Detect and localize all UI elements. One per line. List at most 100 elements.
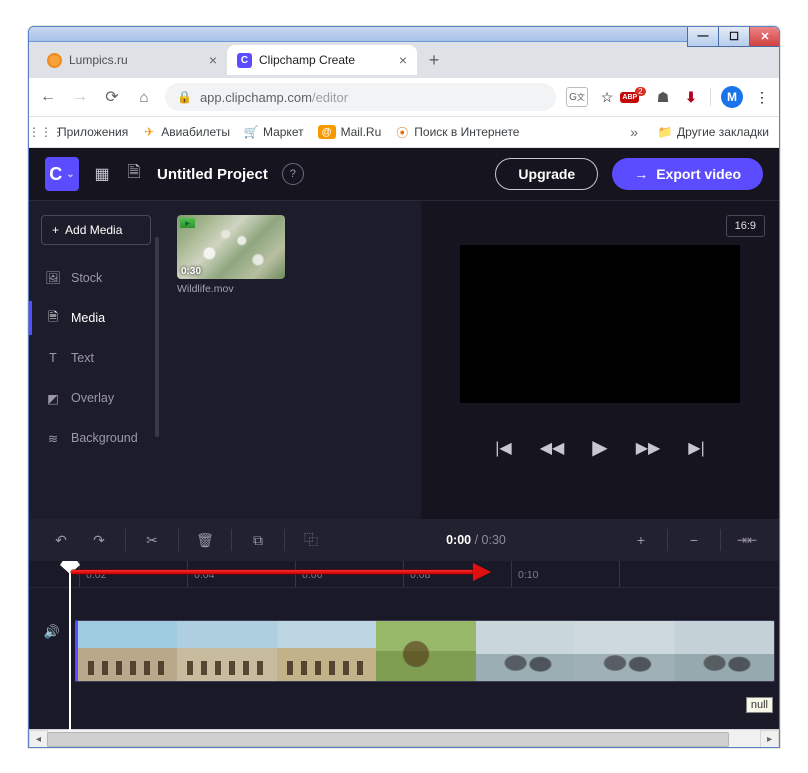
clip-frame <box>476 621 575 681</box>
window-maximize-button[interactable]: ☐ <box>718 26 750 47</box>
templates-icon[interactable]: ▦ <box>93 165 111 183</box>
sidebar-item-media[interactable]: 🗎 Media <box>29 301 163 335</box>
scrollbar-thumb[interactable] <box>47 732 729 747</box>
scroll-right-icon[interactable]: ▸ <box>760 730 779 748</box>
pdf-icon[interactable]: ⬇ <box>682 88 700 106</box>
separator <box>231 529 232 551</box>
translate-icon[interactable]: G文 <box>566 87 588 107</box>
arrow-right-icon: → <box>634 166 648 182</box>
close-tab-icon[interactable]: × <box>209 52 217 68</box>
separator <box>667 529 668 551</box>
sidebar: + Add Media 🖼 Stock 🗎 Media T Text ◩ <box>29 201 163 519</box>
add-media-button[interactable]: + Add Media <box>41 215 151 245</box>
bookmarks-overflow[interactable]: » <box>630 124 638 140</box>
star-icon[interactable]: ☆ <box>598 88 616 106</box>
tab-lumpics[interactable]: Lumpics.ru × <box>37 45 227 75</box>
timeline-clip[interactable] <box>75 620 775 682</box>
zoom-in-button[interactable]: + <box>625 526 657 554</box>
tab-title: Clipchamp Create <box>259 53 355 67</box>
bookmark-other[interactable]: 📁Другие закладки <box>658 125 769 139</box>
tab-title: Lumpics.ru <box>69 53 128 67</box>
bookmark-search[interactable]: ⦿Поиск в Интернете <box>395 125 519 139</box>
puzzle-icon[interactable]: ☗ <box>654 88 672 106</box>
help-icon[interactable]: ? <box>282 163 304 185</box>
playback-controls: |◀ ◀◀ ▶ ▶▶ ▶| <box>435 435 765 460</box>
bookmark-apps[interactable]: ⋮⋮⋮Приложения <box>39 125 128 139</box>
play-button[interactable]: ▶ <box>592 435 607 460</box>
text-icon: T <box>45 350 61 366</box>
sidebar-item-stock[interactable]: 🖼 Stock <box>29 261 163 295</box>
address-bar: ← → ⟳ ⌂ 🔒 app.clipchamp.com/editor G文 ☆ … <box>29 78 779 117</box>
app-main: + Add Media 🖼 Stock 🗎 Media T Text ◩ <box>29 201 779 519</box>
nav-forward-button[interactable]: → <box>69 86 91 108</box>
abp-badge: 2 <box>635 87 645 96</box>
horizontal-scrollbar[interactable]: ◂ ▸ <box>29 729 779 747</box>
chevron-down-icon: ⌄ <box>66 169 74 180</box>
rewind-button[interactable]: ◀◀ <box>540 438 565 458</box>
delete-button[interactable]: 🗑 <box>189 526 221 554</box>
media-clip-thumb[interactable]: ▶ 0:30 Wildlife.mov <box>177 215 285 295</box>
copy-button[interactable]: ⧉ <box>242 526 274 554</box>
window-close-button[interactable]: ✕ <box>749 26 780 47</box>
upgrade-button[interactable]: Upgrade <box>495 158 598 190</box>
media-icon: 🗎 <box>45 310 61 326</box>
browser-window: — ☐ ✕ Lumpics.ru × C Clipchamp Create × … <box>28 26 780 748</box>
sidebar-item-overlay[interactable]: ◩ Overlay <box>29 381 163 415</box>
window-minimize-button[interactable]: — <box>687 26 719 47</box>
zoom-fit-button[interactable]: ⇥⇤ <box>731 526 763 554</box>
time-total: 0:30 <box>482 533 506 547</box>
bookmarks-bar: ⋮⋮⋮Приложения ✈Авиабилеты 🛒Маркет @Mail.… <box>29 117 779 148</box>
scroll-left-icon[interactable]: ◂ <box>29 730 48 748</box>
redo-button[interactable]: ↷ <box>83 526 115 554</box>
lock-icon: 🔒 <box>177 90 192 104</box>
clip-name: Wildlife.mov <box>177 283 285 295</box>
fast-forward-button[interactable]: ▶▶ <box>636 438 661 458</box>
playhead[interactable] <box>69 561 71 731</box>
prev-clip-button[interactable]: |◀ <box>495 438 511 458</box>
close-tab-icon[interactable]: × <box>399 52 407 68</box>
zoom-out-button[interactable]: − <box>678 526 710 554</box>
preview-screen[interactable] <box>460 245 740 403</box>
sidebar-scrollbar[interactable] <box>155 237 159 437</box>
new-tab-button[interactable]: + <box>421 47 447 73</box>
plus-icon: + <box>52 223 59 237</box>
clip-frame <box>575 621 674 681</box>
aspect-ratio-button[interactable]: 16:9 <box>726 215 765 237</box>
clipchamp-app: C ⌄ ▦ 🗎 Untitled Project ? Upgrade → Exp… <box>29 148 779 733</box>
video-track: 🔊 <box>29 620 779 680</box>
next-clip-button[interactable]: ▶| <box>688 438 704 458</box>
nav-back-button[interactable]: ← <box>37 86 59 108</box>
timeline-time: 0:00 / 0:30 <box>333 533 619 547</box>
stock-icon: 🖼 <box>45 270 61 286</box>
browser-menu-icon[interactable]: ⋮ <box>753 88 771 106</box>
nav-home-button[interactable]: ⌂ <box>133 86 155 108</box>
abp-icon[interactable]: ABP 2 <box>626 88 644 106</box>
app-logo[interactable]: C ⌄ <box>45 157 79 191</box>
profile-avatar[interactable]: M <box>721 86 743 108</box>
nav-reload-button[interactable]: ⟳ <box>101 86 123 108</box>
separator <box>284 529 285 551</box>
separator <box>178 529 179 551</box>
bookmark-mail[interactable]: @Mail.Ru <box>318 125 382 139</box>
clip-frame <box>376 621 475 681</box>
export-button[interactable]: → Export video <box>612 158 763 190</box>
extension-icons: G文 ☆ ABP 2 ☗ ⬇ M ⋮ <box>566 86 771 108</box>
bookmark-avia[interactable]: ✈Авиабилеты <box>142 125 230 139</box>
undo-button[interactable]: ↶ <box>45 526 77 554</box>
sidebar-item-text[interactable]: T Text <box>29 341 163 375</box>
sidebar-item-background[interactable]: ≋ Background <box>29 421 163 455</box>
timeline[interactable]: 0:02 0:04 0:06 0:08 0:10 🔊 <box>29 561 779 731</box>
file-icon[interactable]: 🗎 <box>125 165 143 183</box>
annotation-arrow <box>71 565 491 567</box>
separator <box>720 529 721 551</box>
bookmark-market[interactable]: 🛒Маркет <box>244 125 304 139</box>
export-label: Export video <box>656 166 741 182</box>
project-title[interactable]: Untitled Project <box>157 166 268 183</box>
duplicate-button[interactable]: ⿻ <box>295 526 327 554</box>
titlebar[interactable] <box>29 27 779 42</box>
clip-frame <box>177 621 276 681</box>
split-button[interactable]: ✂ <box>136 526 168 554</box>
tab-clipchamp[interactable]: C Clipchamp Create × <box>227 45 417 75</box>
tab-strip: Lumpics.ru × C Clipchamp Create × + <box>29 42 779 78</box>
omnibox[interactable]: 🔒 app.clipchamp.com/editor <box>165 83 556 111</box>
